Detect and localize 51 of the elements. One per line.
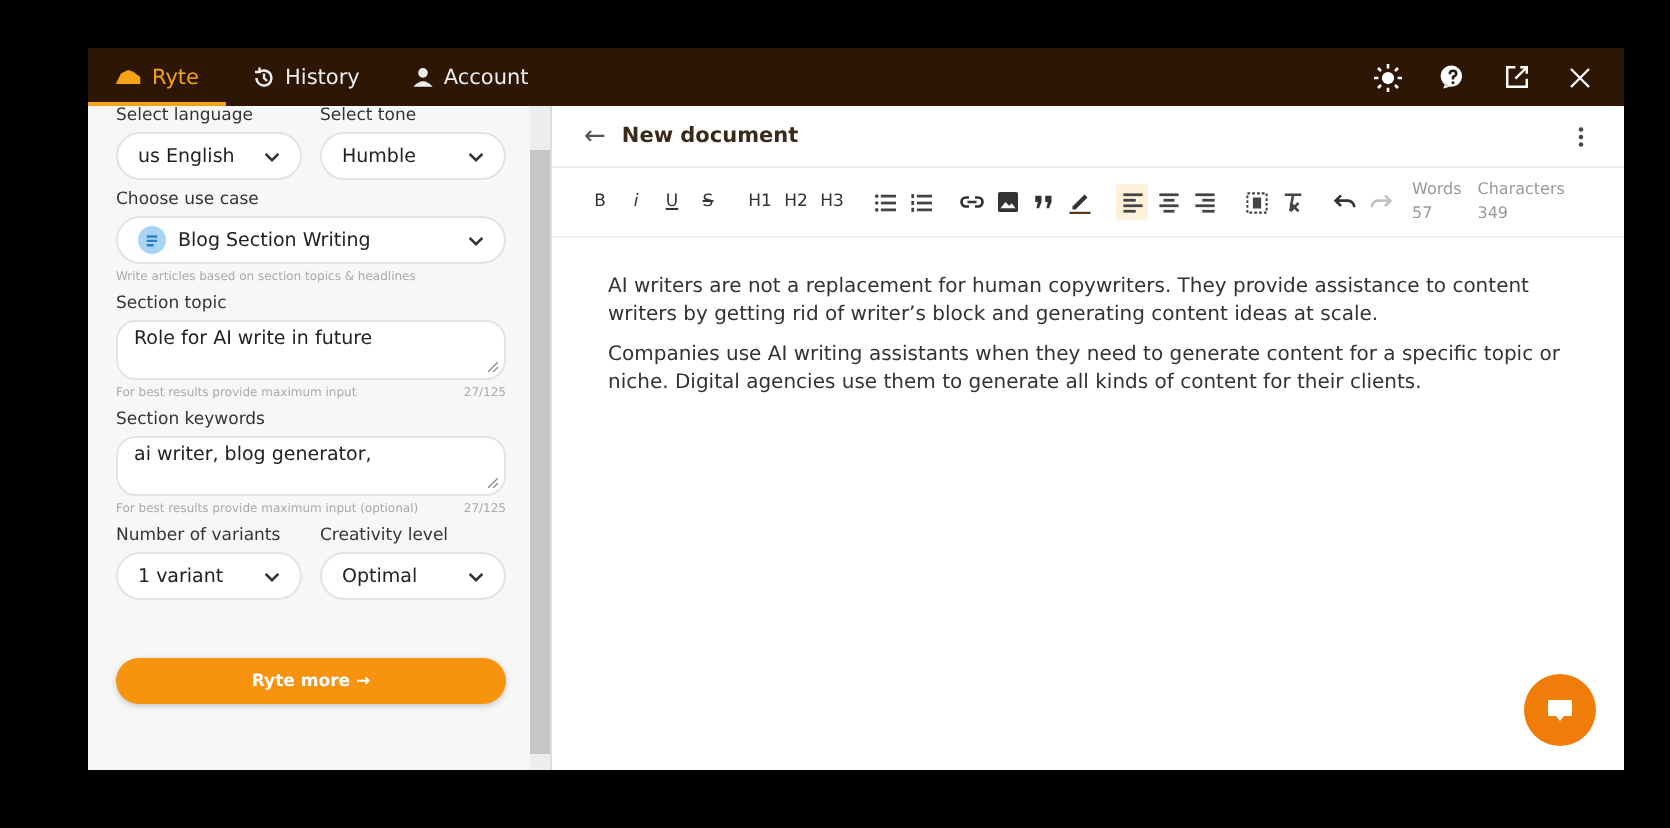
history-icon xyxy=(251,65,276,89)
help-icon[interactable] xyxy=(1440,64,1466,90)
dropdown-value: Optimal xyxy=(342,565,420,587)
format-button[interactable]: S xyxy=(692,184,724,220)
document-icon xyxy=(138,226,166,254)
dropdown[interactable]: Humble xyxy=(320,132,506,180)
dropdown[interactable]: Optimal xyxy=(320,552,506,600)
back-arrow[interactable]: ← xyxy=(584,121,606,151)
dropdown[interactable]: us English xyxy=(116,132,302,180)
dropdown-value: Blog Section Writing xyxy=(178,229,373,251)
format-button[interactable]: H3 xyxy=(816,184,848,220)
dropdown-value: us English xyxy=(138,145,237,167)
format-button[interactable]: H2 xyxy=(780,184,812,220)
stat-value: 57 xyxy=(1412,202,1435,226)
nav-tab[interactable]: Account xyxy=(385,48,555,106)
field-label: Select tone xyxy=(320,106,419,126)
resize-grip-icon xyxy=(488,478,498,488)
paragraph: Companies use AI writing assistants when they need to generate content for a specific topic or niche. Digital agencies use them to generate all kinds of content for their clients. xyxy=(608,342,1562,398)
chat-button[interactable] xyxy=(1524,674,1596,746)
person-icon xyxy=(411,66,434,88)
chat-bubble-icon xyxy=(1544,694,1576,726)
text-area[interactable]: Role for AI write in future xyxy=(116,320,506,380)
nav-tab[interactable]: History xyxy=(225,48,386,106)
field-label: Number of variants xyxy=(116,526,283,546)
format-button[interactable]: i xyxy=(620,184,652,220)
dropdown[interactable]: 1 variant xyxy=(116,552,302,600)
stat-label: Characters xyxy=(1477,178,1565,202)
paragraph: AI writers are not a replacement for human copywriters. They provide assistance to content writers by getting rid of writer’s block and generating content ideas at scale. xyxy=(608,274,1531,330)
text-area[interactable]: ai writer, blog generator, xyxy=(116,436,506,496)
stat-label: Words xyxy=(1412,178,1462,202)
external-link-icon[interactable] xyxy=(1504,64,1530,90)
close-icon[interactable] xyxy=(1568,65,1592,89)
dropdown[interactable]: Blog Section Writing xyxy=(116,216,506,264)
field-label: Section keywords xyxy=(116,410,267,430)
format-button[interactable]: H1 xyxy=(744,184,776,220)
field-label: Choose use case xyxy=(116,190,261,210)
resize-grip-icon xyxy=(488,362,498,372)
field-label: Section topic xyxy=(116,294,229,314)
stat-value: 349 xyxy=(1477,202,1511,226)
format-button[interactable]: U xyxy=(656,184,688,220)
sun-icon[interactable] xyxy=(1374,63,1402,91)
dropdown-value: Humble xyxy=(342,145,418,167)
scrollbar[interactable] xyxy=(530,106,550,770)
dropdown-value: 1 variant xyxy=(138,565,226,587)
more-options-icon[interactable] xyxy=(1578,125,1584,147)
align-left-icon[interactable] xyxy=(1116,184,1148,220)
field-label: Select language xyxy=(116,106,255,126)
document-title: New document xyxy=(621,124,799,148)
field-label: Creativity level xyxy=(320,526,451,546)
logo-icon xyxy=(114,66,142,88)
format-button[interactable]: B xyxy=(584,184,616,220)
